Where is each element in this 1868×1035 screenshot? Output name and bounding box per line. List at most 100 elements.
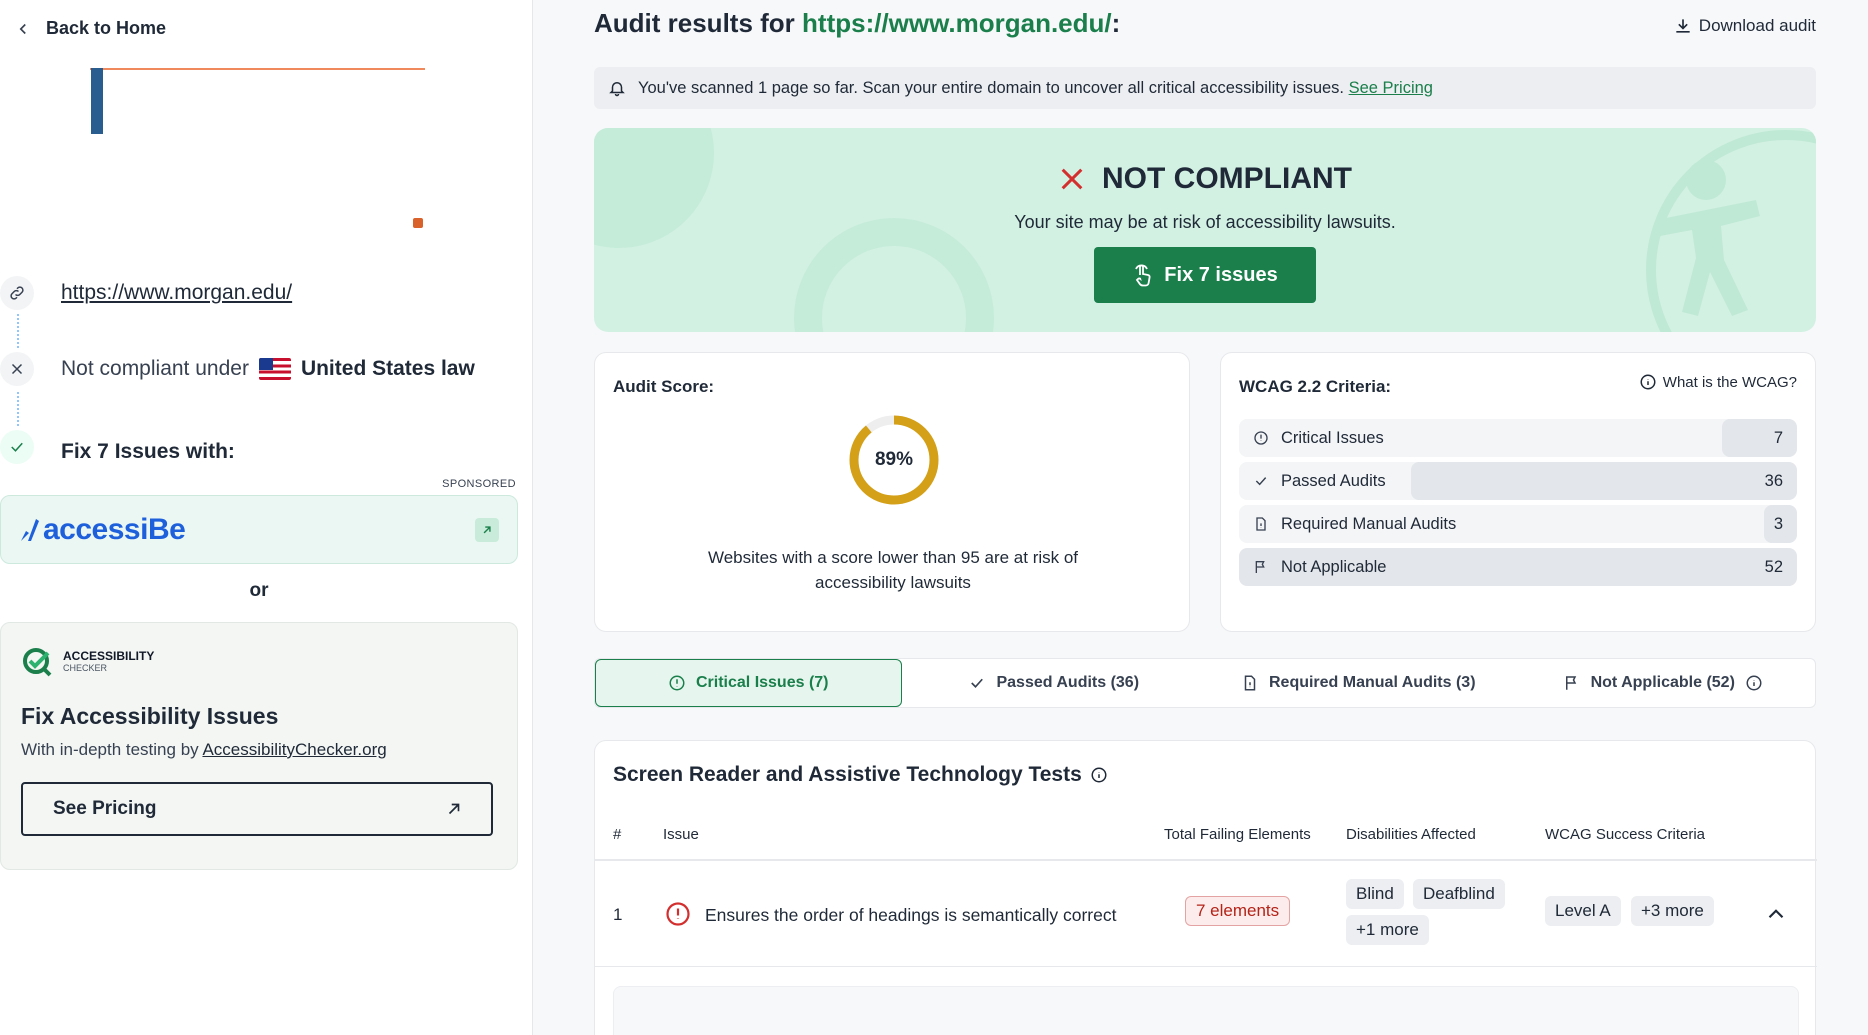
chevron-up-icon[interactable] bbox=[1763, 901, 1789, 927]
disability-more-chip[interactable]: +1 more bbox=[1346, 915, 1429, 945]
criteria-row-passed[interactable]: Passed Audits 36 bbox=[1239, 462, 1797, 500]
tab-not-applicable[interactable]: Not Applicable (52) bbox=[1511, 659, 1816, 707]
site-screenshot-preview bbox=[90, 66, 428, 236]
accessibe-card[interactable]: accessiBe bbox=[0, 495, 518, 564]
column-header-wcag: WCAG Success Criteria bbox=[1545, 826, 1706, 843]
criteria-label: Required Manual Audits bbox=[1281, 514, 1457, 533]
checker-link[interactable]: AccessibilityChecker.org bbox=[202, 740, 386, 759]
failing-elements-badge[interactable]: 7 elements bbox=[1185, 896, 1291, 926]
title-url: https://www.morgan.edu/ bbox=[802, 8, 1112, 38]
flag-icon bbox=[1565, 676, 1576, 690]
close-icon bbox=[0, 352, 34, 386]
criteria-count: 7 bbox=[1773, 428, 1783, 447]
audit-score-title: Audit Score: bbox=[613, 377, 715, 396]
column-header-issue: Issue bbox=[663, 826, 699, 843]
download-label: Download audit bbox=[1698, 16, 1816, 35]
wcag-more-chip[interactable]: +3 more bbox=[1631, 896, 1714, 926]
tab-required-manual-audits[interactable]: Required Manual Audits (3) bbox=[1206, 659, 1511, 707]
criteria-row-critical[interactable]: Critical Issues 7 bbox=[1239, 419, 1797, 457]
download-audit-button[interactable]: Download audit bbox=[1673, 16, 1816, 36]
timeline-connector bbox=[17, 392, 19, 426]
criteria-label: Passed Audits bbox=[1281, 471, 1386, 490]
check-icon bbox=[1255, 477, 1267, 486]
chevron-left-icon bbox=[19, 23, 26, 34]
download-icon bbox=[1676, 19, 1690, 33]
disability-chip: Deafblind bbox=[1413, 879, 1505, 909]
see-pricing-label: See Pricing bbox=[53, 798, 157, 819]
criteria-count: 52 bbox=[1764, 557, 1783, 576]
criteria-bar-passed bbox=[1410, 462, 1797, 500]
criteria-count: 36 bbox=[1764, 471, 1783, 490]
fix-with-heading: Fix 7 Issues with: bbox=[61, 440, 235, 463]
results-tabs: Critical Issues (7) Passed Audits (36) R… bbox=[594, 658, 1816, 708]
fix-button-label: Fix 7 issues bbox=[1164, 263, 1278, 286]
see-pricing-button[interactable]: See Pricing bbox=[21, 782, 493, 836]
scan-notice-banner: You've scanned 1 page so far. Scan your … bbox=[594, 67, 1816, 109]
alert-circle-icon bbox=[1254, 431, 1268, 445]
us-flag-icon bbox=[258, 358, 291, 380]
disability-chip: Blind bbox=[1346, 879, 1404, 909]
checker-brand-line1: ACCESSIBILITY bbox=[63, 649, 155, 664]
criteria-bar-critical bbox=[1721, 419, 1797, 457]
accessibe-mark-icon bbox=[21, 518, 39, 541]
info-icon[interactable] bbox=[1745, 674, 1763, 692]
alert-circle-icon bbox=[669, 675, 685, 691]
back-to-home-link[interactable]: Back to Home bbox=[14, 18, 166, 39]
criteria-row-manual[interactable]: Required Manual Audits 3 bbox=[1239, 505, 1797, 543]
criteria-count: 3 bbox=[1773, 514, 1783, 533]
site-url-link[interactable]: https://www.morgan.edu/ bbox=[61, 281, 292, 305]
score-value: 89% bbox=[874, 449, 914, 470]
bell-icon bbox=[609, 82, 625, 97]
red-x-icon bbox=[1061, 168, 1083, 190]
audit-score-card: Audit Score: 89% Websites with a score l… bbox=[594, 352, 1190, 632]
check-icon bbox=[0, 430, 34, 464]
criteria-label: Not Applicable bbox=[1281, 557, 1387, 576]
main-content: Audit results for https://www.morgan.edu… bbox=[594, 0, 1817, 1035]
hand-pointer-icon bbox=[1135, 264, 1151, 287]
fix-issues-button[interactable]: Fix 7 issues bbox=[1094, 247, 1316, 303]
tab-passed-audits[interactable]: Passed Audits (36) bbox=[902, 659, 1207, 707]
compliance-prefix: Not compliant under bbox=[61, 357, 249, 380]
column-header-num: # bbox=[613, 826, 622, 843]
check-icon bbox=[971, 678, 984, 688]
header-divider bbox=[595, 859, 1817, 861]
row-number: 1 bbox=[613, 905, 623, 924]
link-icon bbox=[0, 276, 34, 310]
or-divider: or bbox=[249, 580, 269, 601]
notice-text: You've scanned 1 page so far. Scan your … bbox=[638, 78, 1433, 97]
error-icon bbox=[666, 902, 690, 926]
wcag-criteria-card: WCAG 2.2 Criteria: What is the WCAG? Cri… bbox=[1220, 352, 1816, 632]
risk-text: Your site may be at risk of accessibilit… bbox=[1014, 212, 1396, 232]
back-label: Back to Home bbox=[46, 18, 167, 38]
accessibility-checker-card: ACCESSIBILITY CHECKER Fix Accessibility … bbox=[0, 622, 518, 870]
accessibe-logo: accessiBe bbox=[19, 513, 186, 547]
score-note: Websites with a score lower than 95 are … bbox=[707, 548, 1079, 592]
row-divider bbox=[595, 966, 1817, 967]
compliance-status-heading: NOT COMPLIANT bbox=[1058, 162, 1352, 196]
what-is-wcag-link[interactable]: What is the WCAG? bbox=[1639, 373, 1797, 391]
checker-logo-icon bbox=[23, 648, 52, 677]
sidebar: Back to Home https://www.morgan.edu/ Not… bbox=[0, 0, 533, 1035]
document-icon bbox=[1244, 675, 1256, 691]
info-icon[interactable] bbox=[1090, 766, 1108, 784]
notice-pricing-link[interactable]: See Pricing bbox=[1349, 79, 1433, 97]
tab-critical-issues[interactable]: Critical Issues (7) bbox=[595, 659, 902, 707]
wcag-title: WCAG 2.2 Criteria: bbox=[1239, 377, 1392, 396]
table-title: Screen Reader and Assistive Technology T… bbox=[613, 763, 1108, 787]
column-header-failing: Total Failing Elements bbox=[1164, 826, 1311, 843]
info-icon bbox=[1640, 374, 1656, 390]
issue-description: Ensures the order of headings is semanti… bbox=[705, 905, 1117, 925]
criteria-row-not-applicable[interactable]: Not Applicable 52 bbox=[1239, 548, 1797, 586]
checker-subtitle: With in-depth testing by AccessibilityCh… bbox=[21, 740, 387, 759]
wcag-level-chip: Level A bbox=[1545, 896, 1621, 926]
sponsored-label: SPONSORED bbox=[442, 478, 516, 490]
checker-brand-line2: CHECKER bbox=[63, 662, 108, 673]
arrow-up-right-icon bbox=[448, 803, 460, 815]
checker-title: Fix Accessibility Issues bbox=[21, 703, 279, 729]
compliance-law: United States law bbox=[300, 357, 475, 380]
criteria-label: Critical Issues bbox=[1281, 428, 1384, 447]
timeline-connector bbox=[17, 314, 19, 348]
page-title: Audit results for https://www.morgan.edu… bbox=[594, 8, 1121, 38]
column-header-disabilities: Disabilities Affected bbox=[1346, 826, 1476, 843]
compliance-hero: NOT COMPLIANT Your site may be at risk o… bbox=[594, 128, 1816, 332]
